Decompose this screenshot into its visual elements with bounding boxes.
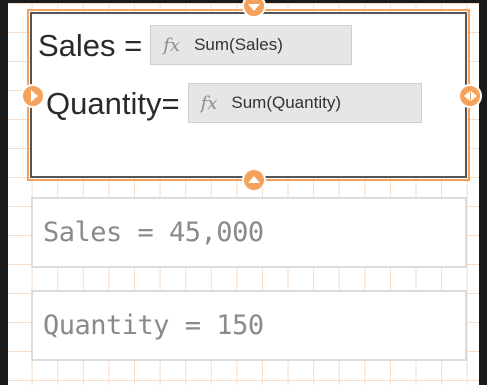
resize-handle-left-icon[interactable] <box>21 84 45 108</box>
kpi-sales-text: Sales = 45,000 <box>43 217 264 248</box>
expression-label-sales: Sales = <box>38 27 143 63</box>
expression-text-quantity: Sum(Quantity) <box>231 93 341 112</box>
kpi-quantity-text: Quantity = 150 <box>43 310 264 341</box>
window-frame-right <box>479 0 487 385</box>
resize-handle-right-icon[interactable] <box>458 84 482 108</box>
expression-text-sales: Sum(Sales) <box>194 35 283 54</box>
text-object-editor[interactable]: Sales = fx Sum(Sales) Quantity= fx Sum(Q… <box>27 9 470 181</box>
expression-field-sales[interactable]: fx Sum(Sales) <box>150 25 353 65</box>
window-frame-left <box>0 0 8 385</box>
fx-icon: fx <box>163 34 181 56</box>
kpi-sales-box[interactable]: Sales = 45,000 <box>31 197 467 268</box>
kpi-quantity-box[interactable]: Quantity = 150 <box>31 290 467 361</box>
fx-icon: fx <box>200 92 218 114</box>
resize-handle-bottom-icon[interactable] <box>242 168 266 192</box>
expression-row-sales: Sales = fx Sum(Sales) <box>38 25 353 65</box>
expression-label-quantity: Quantity= <box>46 85 180 121</box>
expression-field-quantity[interactable]: fx Sum(Quantity) <box>187 83 422 123</box>
expression-row-quantity: Quantity= fx Sum(Quantity) <box>46 83 422 123</box>
